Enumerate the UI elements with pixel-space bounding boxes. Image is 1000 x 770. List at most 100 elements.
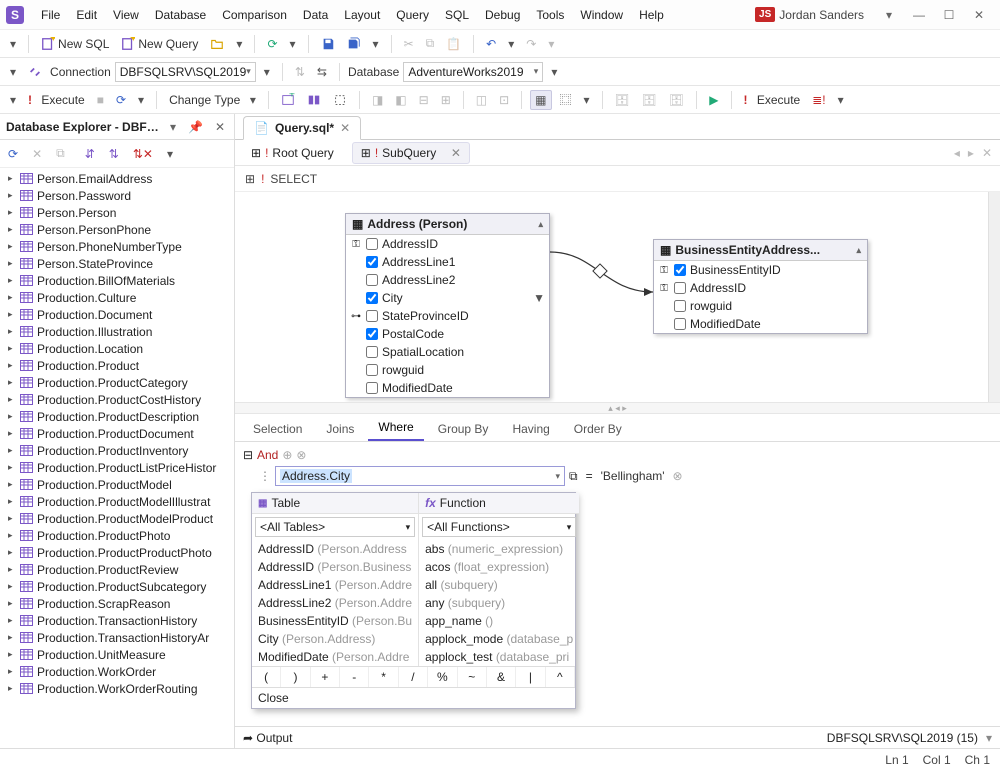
horizontal-splitter[interactable]: ▴ ◂ ▸ xyxy=(235,402,1000,414)
tree-item[interactable]: ▸Person.PhoneNumberType xyxy=(4,238,234,255)
tree-item[interactable]: ▸Production.Product xyxy=(4,357,234,374)
menu-help[interactable]: Help xyxy=(632,4,671,26)
db-btn-1[interactable]: 🗄 xyxy=(611,91,634,109)
menu-file[interactable]: File xyxy=(34,4,67,26)
tree-item[interactable]: ▸Production.ProductCategory xyxy=(4,374,234,391)
grid-toggle[interactable]: ▦ xyxy=(530,90,551,110)
intelli-func-item[interactable]: app_name () xyxy=(419,612,579,630)
tab-order-by[interactable]: Order By xyxy=(564,417,632,441)
qbtn-3[interactable] xyxy=(329,91,351,109)
value-label[interactable]: 'Bellingham' xyxy=(601,469,665,483)
tree-item[interactable]: ▸Production.Culture xyxy=(4,289,234,306)
intelli-table-item[interactable]: AddressLine1 (Person.Addre xyxy=(252,576,418,594)
operator-button[interactable]: - xyxy=(340,667,369,687)
function-filter-combo[interactable]: <All Functions>▾ xyxy=(422,517,576,537)
column-row[interactable]: AddressLine1 xyxy=(346,253,549,271)
operator-button[interactable]: + xyxy=(311,667,340,687)
tree-item[interactable]: ▸Production.UnitMeasure xyxy=(4,646,234,663)
menu-database[interactable]: Database xyxy=(148,4,213,26)
column-checkbox[interactable] xyxy=(366,238,378,250)
undo-button[interactable]: ↶ xyxy=(482,35,500,53)
column-row[interactable]: ⚿BusinessEntityID xyxy=(654,261,867,279)
chevron-right-icon[interactable]: ▸ xyxy=(8,326,16,337)
menu-sql[interactable]: SQL xyxy=(438,4,476,26)
user-name[interactable]: Jordan Sanders xyxy=(779,8,864,22)
explorer-refresh[interactable]: ⟳ xyxy=(4,145,22,163)
qbtn-5[interactable]: ◧ xyxy=(391,91,410,109)
maximize-button[interactable]: ☐ xyxy=(934,4,964,26)
table-address[interactable]: ▦Address (Person)▴ ⚿AddressIDAddressLine… xyxy=(345,213,550,398)
tree-item[interactable]: ▸Production.ProductReview xyxy=(4,561,234,578)
save-button[interactable] xyxy=(317,35,339,53)
chevron-right-icon[interactable]: ▸ xyxy=(8,292,16,303)
intelli-table-item[interactable]: AddressLine2 (Person.Addre xyxy=(252,594,418,612)
column-row[interactable]: ⚿AddressID xyxy=(346,235,549,253)
qbtn-2[interactable] xyxy=(303,91,325,109)
db-btn-2[interactable]: 🗄 xyxy=(638,91,661,109)
explorer-filter3[interactable]: ⇅✕ xyxy=(129,145,157,163)
chevron-right-icon[interactable]: ▸ xyxy=(8,394,16,405)
tree-item[interactable]: ▸Production.ScrapReason xyxy=(4,595,234,612)
save-dropdown[interactable]: ▾ xyxy=(369,35,383,53)
operator-label[interactable]: = xyxy=(582,469,597,483)
tab-selection[interactable]: Selection xyxy=(243,417,312,441)
redo-dropdown[interactable]: ▾ xyxy=(544,35,558,53)
menu-view[interactable]: View xyxy=(106,4,146,26)
chevron-down-icon[interactable]: ▾ xyxy=(986,731,992,745)
database-dropdown[interactable]: ▾ xyxy=(547,63,561,81)
tab-where[interactable]: Where xyxy=(368,415,423,441)
pin-icon[interactable]: 📌 xyxy=(185,118,206,136)
explorer-filter2[interactable]: ⇅ xyxy=(105,145,123,163)
chevron-right-icon[interactable]: ▸ xyxy=(8,241,16,252)
operator-button[interactable]: ^ xyxy=(546,667,575,687)
column-row[interactable]: SpatialLocation xyxy=(346,343,549,361)
tree-item[interactable]: ▸Production.ProductProductPhoto xyxy=(4,544,234,561)
tab-root-query[interactable]: ⊞!Root Query xyxy=(243,143,342,163)
tree-item[interactable]: ▸Production.ProductCostHistory xyxy=(4,391,234,408)
explorer-filter-dd[interactable]: ▾ xyxy=(163,145,177,163)
column-checkbox[interactable] xyxy=(674,264,686,276)
chevron-right-icon[interactable]: ▸ xyxy=(8,598,16,609)
chevron-right-icon[interactable]: ▸ xyxy=(8,479,16,490)
copy-button[interactable]: ⧉ xyxy=(422,34,439,53)
column-checkbox[interactable] xyxy=(366,328,378,340)
table-filter-combo[interactable]: <All Tables>▾ xyxy=(255,517,415,537)
qbtn-10-dd[interactable]: ▾ xyxy=(580,91,594,109)
column-checkbox[interactable] xyxy=(674,300,686,312)
tree-item[interactable]: ▸Person.StateProvince xyxy=(4,255,234,272)
intelli-func-item[interactable]: applock_mode (database_p xyxy=(419,630,579,648)
chevron-right-icon[interactable]: ▸ xyxy=(8,445,16,456)
db-btn-3[interactable]: 🗄 xyxy=(665,91,688,109)
explorer-delete[interactable]: ✕ xyxy=(28,145,46,163)
execute2-button[interactable]: ! Execute xyxy=(740,91,805,109)
tree-item[interactable]: ▸Production.ProductModelProduct xyxy=(4,510,234,527)
qbtn-1[interactable]: + xyxy=(277,91,299,109)
intelli-func-item[interactable]: applock_test (database_pri xyxy=(419,648,579,666)
tree-item[interactable]: ▸Production.ProductDocument xyxy=(4,425,234,442)
tree-item[interactable]: ▸Production.ProductListPriceHistor xyxy=(4,459,234,476)
tree-item[interactable]: ▸Production.ProductPhoto xyxy=(4,527,234,544)
refresh-button[interactable]: ⟳ xyxy=(263,35,281,53)
tab-query-sql[interactable]: 📄 Query.sql* ✕ xyxy=(243,116,361,140)
tree-item[interactable]: ▸Production.Document xyxy=(4,306,234,323)
column-checkbox[interactable] xyxy=(674,282,686,294)
column-row[interactable]: rowguid xyxy=(346,361,549,379)
intelli-table-item[interactable]: ModifiedDate (Person.Addre xyxy=(252,648,418,666)
menu-debug[interactable]: Debug xyxy=(478,4,527,26)
chevron-right-icon[interactable]: ▸ xyxy=(8,683,16,694)
tree-item[interactable]: ▸Production.Illustration xyxy=(4,323,234,340)
tab-close-icon[interactable]: ✕ xyxy=(340,121,350,135)
collapse-icon[interactable]: ▴ xyxy=(538,219,543,230)
explorer-filter1[interactable]: ⇵ xyxy=(81,145,99,163)
tab-subquery[interactable]: ⊞!SubQuery ✕ xyxy=(352,142,470,164)
column-checkbox[interactable] xyxy=(366,292,378,304)
open-button[interactable] xyxy=(206,35,228,53)
vertical-scrollbar[interactable] xyxy=(988,192,1000,402)
tree-item[interactable]: ▸Production.WorkOrderRouting xyxy=(4,680,234,697)
tree-item[interactable]: ▸Production.ProductModel xyxy=(4,476,234,493)
db-icon-2[interactable]: ⇆ xyxy=(313,63,331,81)
and-operator[interactable]: And xyxy=(257,448,278,462)
intelli-table-item[interactable]: AddressID (Person.Business xyxy=(252,558,418,576)
close-icon[interactable]: ✕ xyxy=(451,146,461,160)
chevron-right-icon[interactable]: ▸ xyxy=(8,666,16,677)
